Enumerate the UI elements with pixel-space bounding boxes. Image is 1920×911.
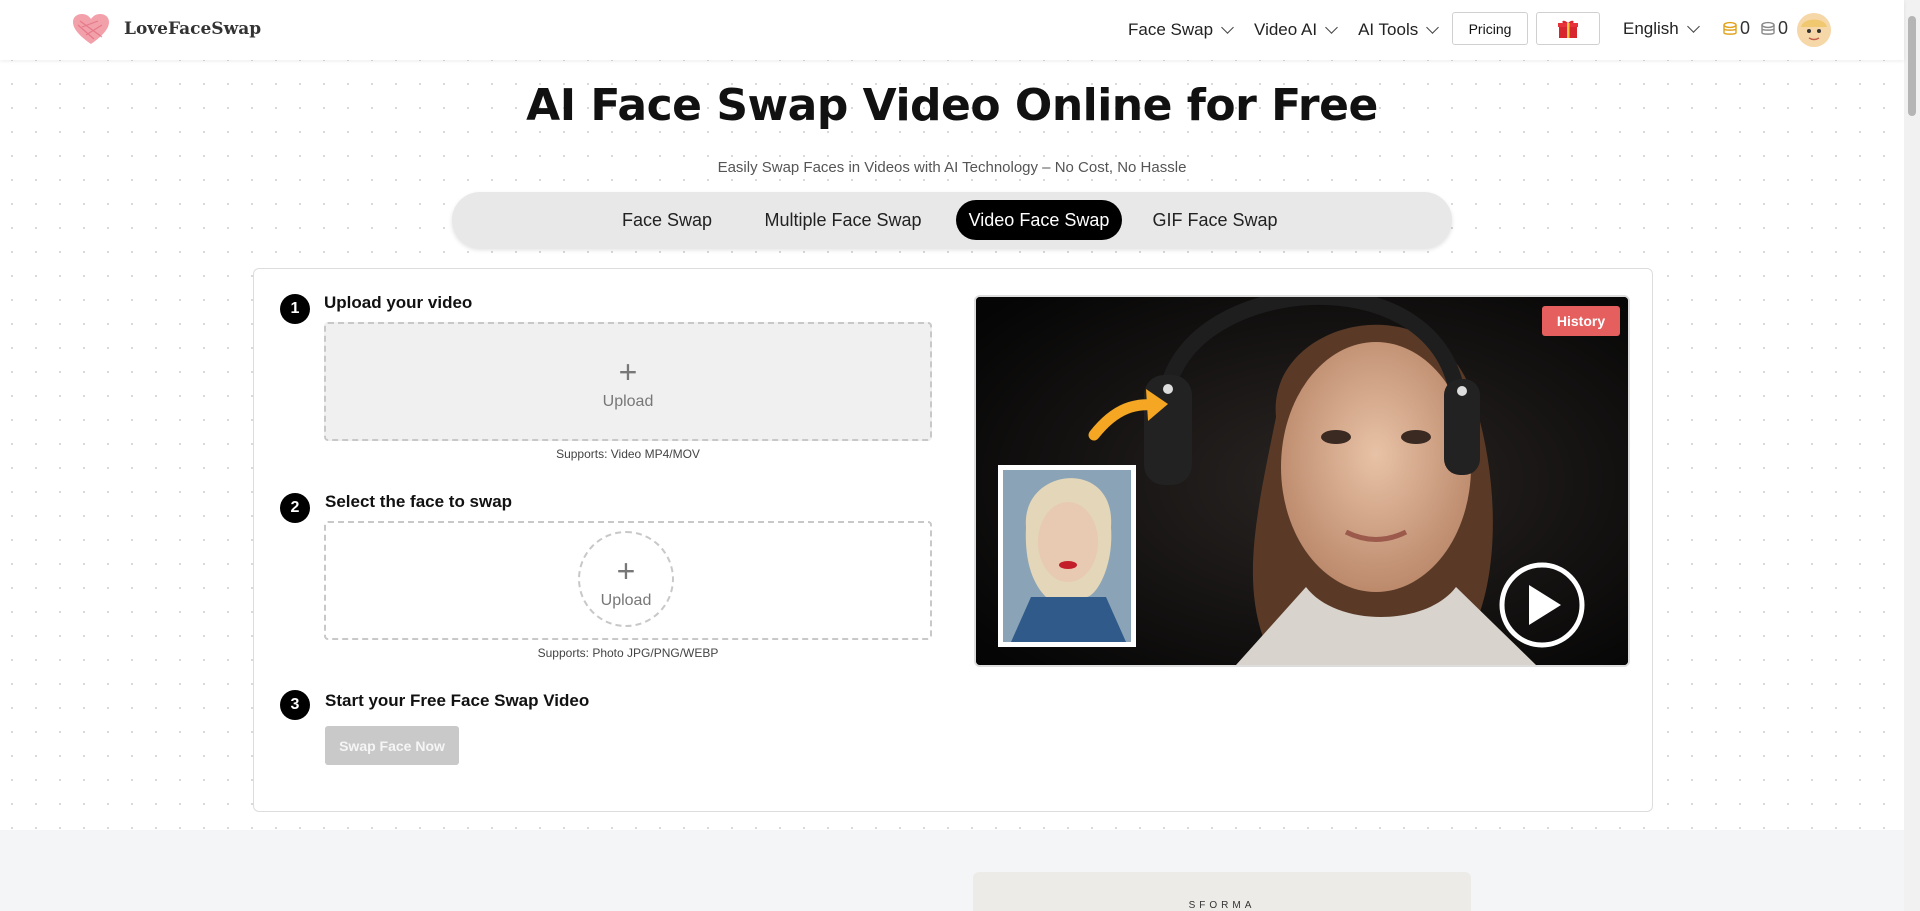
chevron-down-icon: [1325, 21, 1338, 34]
step-1-number: 1: [280, 294, 310, 324]
pricing-button[interactable]: Pricing: [1452, 12, 1528, 45]
nav-video-ai[interactable]: Video AI: [1254, 20, 1338, 40]
chevron-down-icon: [1221, 21, 1234, 34]
tab-face-swap[interactable]: Face Swap: [612, 200, 722, 240]
tab-gif-face-swap[interactable]: GIF Face Swap: [1150, 200, 1280, 240]
face-upload-dropzone[interactable]: + Upload: [324, 521, 932, 640]
lower-feature-image: SFORMA: [973, 872, 1471, 911]
nav-menu: Face Swap Video AI AI Tools: [1128, 0, 1440, 60]
face-upload-label: Upload: [600, 592, 652, 609]
video-upload-dropzone[interactable]: + Upload: [324, 322, 932, 441]
pricing-label: Pricing: [1468, 20, 1512, 37]
credits-gray-count: 0: [1778, 18, 1789, 38]
avatar-face-icon: [1797, 13, 1831, 47]
language-label: English: [1623, 19, 1679, 38]
scrollbar-thumb[interactable]: [1908, 16, 1916, 116]
avatar[interactable]: [1797, 13, 1831, 47]
brand-logo[interactable]: LoveFaceSwap: [72, 13, 261, 45]
demo-video-preview[interactable]: History: [974, 295, 1630, 667]
face-upload-circle[interactable]: + Upload: [578, 531, 674, 627]
chevron-down-icon: [1686, 20, 1700, 33]
page-scrollbar[interactable]: [1904, 0, 1920, 911]
nav-face-swap-label: Face Swap: [1128, 20, 1214, 39]
nav-video-ai-label: Video AI: [1254, 20, 1318, 39]
step-2-number: 2: [280, 493, 310, 523]
language-selector[interactable]: English: [1623, 19, 1700, 39]
lower-image-caption: SFORMA: [1188, 900, 1256, 911]
video-upload-label: Upload: [602, 393, 654, 410]
plus-icon: +: [618, 354, 638, 390]
gift-icon: [1558, 20, 1578, 38]
face-supports-note: Supports: Photo JPG/PNG/WEBP: [537, 646, 719, 660]
heart-logo-icon: [73, 14, 109, 44]
credits-gold-count: 0: [1740, 18, 1751, 38]
face-swap-card: 1 Upload your video + Upload Supports: V…: [253, 268, 1653, 812]
page-subtitle: Easily Swap Faces in Videos with AI Tech…: [717, 159, 1187, 176]
credits-gray: 0: [1760, 18, 1788, 39]
step-3-number: 3: [280, 690, 310, 720]
brand-name: LoveFaceSwap: [124, 19, 262, 39]
credits-gold: 0: [1722, 18, 1750, 39]
top-header: LoveFaceSwap Face Swap Video AI AI Tools…: [0, 0, 1904, 60]
gift-button[interactable]: [1536, 12, 1600, 45]
step-2-title: Select the face to swap: [325, 492, 513, 511]
lower-section: [0, 830, 1904, 911]
page-title: AI Face Swap Video Online for Free: [526, 80, 1378, 131]
plus-icon: +: [616, 553, 636, 589]
chevron-down-icon: [1426, 21, 1440, 34]
demo-video-thumbnail: [976, 297, 1628, 665]
coin-stack-icon: [1761, 21, 1775, 35]
tool-tabs: Face Swap Multiple Face Swap Video Face …: [452, 192, 1452, 248]
nav-ai-tools[interactable]: AI Tools: [1358, 20, 1440, 40]
nav-face-swap[interactable]: Face Swap: [1128, 20, 1234, 40]
coin-stack-icon: [1723, 21, 1737, 35]
tab-multiple-face-swap[interactable]: Multiple Face Swap: [758, 200, 928, 240]
tab-video-face-swap[interactable]: Video Face Swap: [956, 200, 1122, 240]
nav-ai-tools-label: AI Tools: [1358, 20, 1419, 39]
step-1-title: Upload your video: [324, 293, 473, 312]
swap-face-now-button[interactable]: Swap Face Now: [325, 726, 459, 765]
history-button[interactable]: History: [1542, 306, 1620, 336]
video-supports-note: Supports: Video MP4/MOV: [556, 447, 700, 461]
step-3-title: Start your Free Face Swap Video: [325, 691, 590, 710]
